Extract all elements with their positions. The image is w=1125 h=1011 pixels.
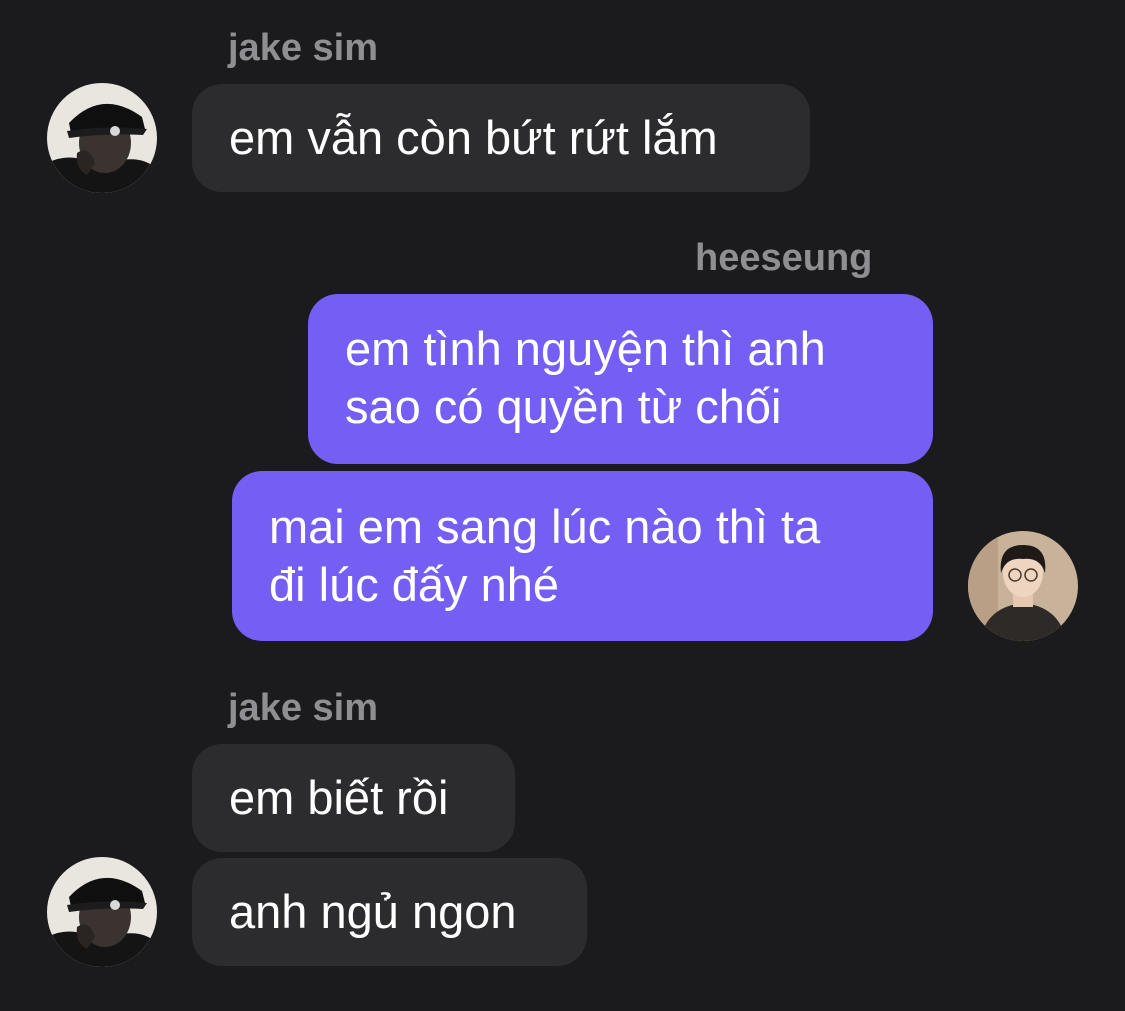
message-bubble[interactable]: anh ngủ ngon xyxy=(192,858,587,966)
message-text-line: sao có quyền từ chối xyxy=(345,380,782,433)
message-bubble[interactable]: em biết rồi xyxy=(192,744,515,852)
sender-name-heeseung: heeseung xyxy=(695,237,873,279)
sender-name-jake-sim: jake sim xyxy=(228,687,378,729)
message-bubble[interactable]: em tình nguyện thì anh sao có quyền từ c… xyxy=(308,294,933,464)
message-text: anh ngủ ngon xyxy=(229,885,517,938)
sender-name-jake-sim: jake sim xyxy=(228,27,378,69)
jake-sim-avatar-image xyxy=(47,83,157,193)
heeseung-avatar-image xyxy=(968,531,1078,641)
jake-sim-avatar[interactable] xyxy=(47,857,157,967)
message-text: em biết rồi xyxy=(229,771,449,824)
jake-sim-avatar-image xyxy=(47,857,157,967)
message-text-line: mai em sang lúc nào thì ta xyxy=(269,500,821,553)
jake-sim-avatar[interactable] xyxy=(47,83,157,193)
message-bubble[interactable]: em vẫn còn bứt rứt lắm xyxy=(192,84,810,192)
message-text-line: đi lúc đấy nhé xyxy=(269,558,560,611)
message-text-line: em tình nguyện thì anh xyxy=(345,322,826,375)
message-text: em vẫn còn bứt rứt lắm xyxy=(229,111,718,164)
message-bubble[interactable]: mai em sang lúc nào thì ta đi lúc đấy nh… xyxy=(232,471,933,641)
heeseung-avatar[interactable] xyxy=(968,531,1078,641)
